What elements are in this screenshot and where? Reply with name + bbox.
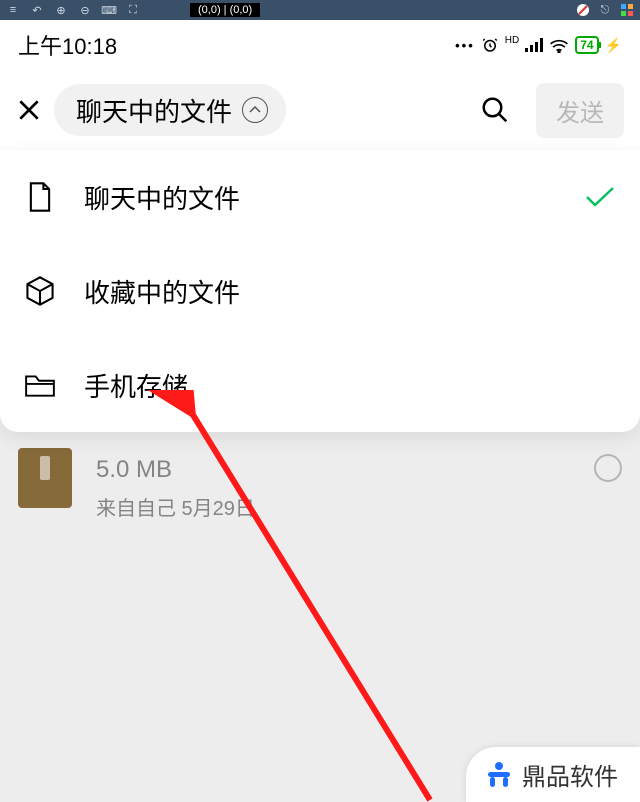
watermark: 鼎品软件 <box>466 747 640 802</box>
alarm-icon <box>481 36 499 54</box>
cube-icon <box>24 275 56 307</box>
dropdown-item-label: 收藏中的文件 <box>84 273 240 310</box>
file-thumbnail-zip-icon <box>18 448 72 508</box>
apps-icon[interactable] <box>620 3 634 17</box>
battery-indicator: 74 <box>575 36 598 54</box>
dropdown-item-label: 聊天中的文件 <box>84 179 240 216</box>
hd-label: HD <box>505 35 519 46</box>
wifi-icon <box>549 38 569 53</box>
search-icon[interactable] <box>480 95 510 125</box>
file-meta: 来自自己 5月29日 <box>96 491 570 527</box>
file-icon <box>24 181 56 213</box>
source-dropdown: 聊天中的文件 收藏中的文件 手机存储 <box>0 150 640 432</box>
undo-icon[interactable]: ↶ <box>30 3 44 17</box>
dropdown-item-label: 手机存储 <box>84 367 188 404</box>
watermark-logo-icon <box>484 760 514 790</box>
status-bar: 上午10:18 ••• HD 74 ⚡ <box>0 20 640 70</box>
dropdown-item-chat-files[interactable]: 聊天中的文件 <box>0 150 640 244</box>
status-time: 上午10:18 <box>18 29 117 61</box>
more-icon: ••• <box>455 38 475 53</box>
send-button-label: 发送 <box>556 100 604 127</box>
zoom-out-icon[interactable]: ⊖ <box>78 3 92 17</box>
folder-icon <box>24 369 56 401</box>
block-icon[interactable] <box>576 3 590 17</box>
file-list: 5.0 MB 来自自己 5月29日 <box>0 440 640 535</box>
dropdown-item-storage[interactable]: 手机存储 <box>0 338 640 432</box>
file-size: 5.0 MB <box>96 448 570 491</box>
charging-icon: ⚡ <box>605 37 622 54</box>
file-select-radio[interactable] <box>594 454 622 482</box>
coordinates-display: (0,0) | (0,0) <box>190 3 260 17</box>
keyboard-icon[interactable]: ⌨ <box>102 3 116 17</box>
watermark-text: 鼎品软件 <box>522 757 618 792</box>
file-row[interactable]: 5.0 MB 来自自己 5月29日 <box>18 440 622 535</box>
exit-icon[interactable]: ⎋ <box>598 3 612 17</box>
phone-screen: 上午10:18 ••• HD 74 ⚡ 聊天中的文件 发送 <box>0 20 640 802</box>
fullscreen-icon[interactable]: ⛶ <box>126 3 140 17</box>
signal-icon <box>525 38 543 52</box>
source-selector-label: 聊天中的文件 <box>76 92 232 129</box>
dropdown-item-favorites[interactable]: 收藏中的文件 <box>0 244 640 338</box>
emulator-toolbar: ≡ ↶ ⊕ ⊖ ⌨ ⛶ (0,0) | (0,0) ⎋ <box>0 0 640 20</box>
menu-icon[interactable]: ≡ <box>6 3 20 17</box>
close-icon[interactable] <box>16 97 42 123</box>
check-icon <box>584 185 616 209</box>
source-selector-pill[interactable]: 聊天中的文件 <box>54 84 286 136</box>
zoom-in-icon[interactable]: ⊕ <box>54 3 68 17</box>
send-button[interactable]: 发送 <box>536 83 624 138</box>
file-picker-header: 聊天中的文件 发送 <box>0 70 640 150</box>
chevron-up-icon <box>242 97 268 123</box>
